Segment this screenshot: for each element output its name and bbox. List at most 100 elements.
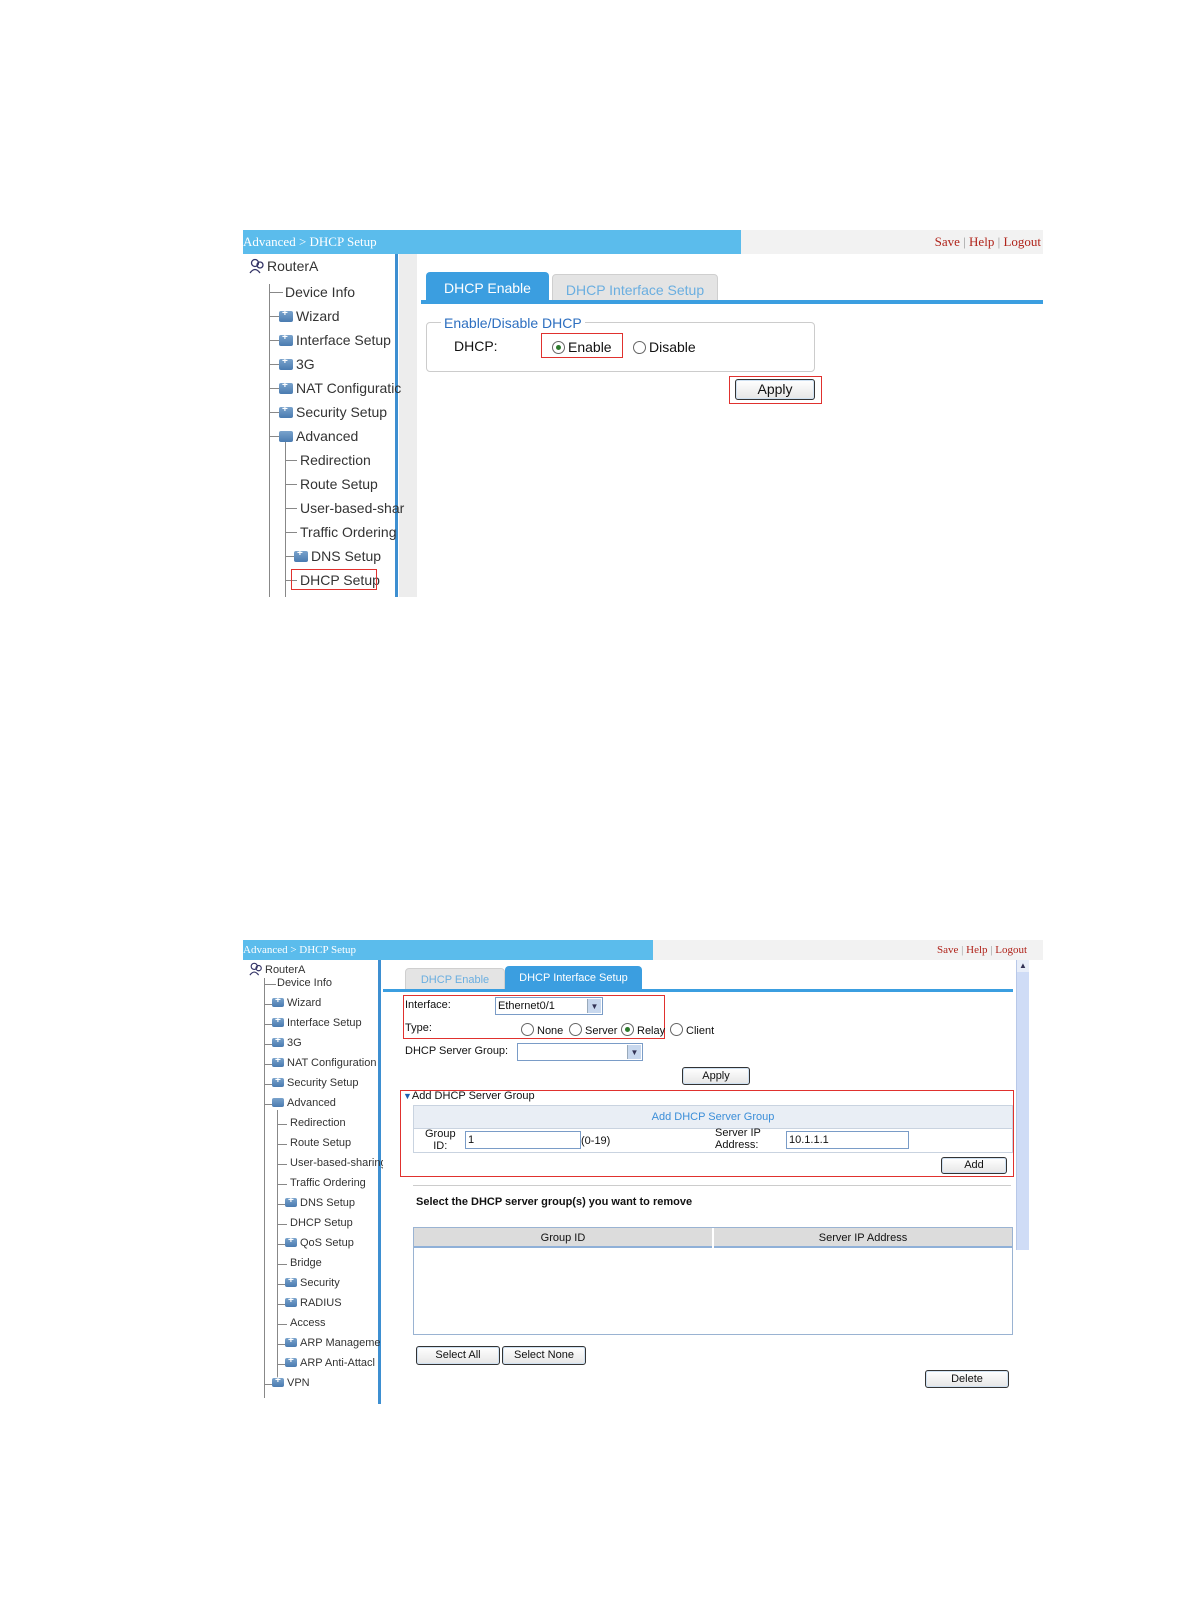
folder-plus-icon <box>285 1195 297 1207</box>
sidebar-item-vpn[interactable]: VPN <box>272 1375 310 1389</box>
tree-root[interactable]: RouterA <box>249 962 305 976</box>
folder-plus-icon <box>279 404 293 418</box>
logout-link[interactable]: Logout <box>995 944 1027 956</box>
sidebar-item-device-info[interactable]: Device Info <box>277 977 332 989</box>
chevron-down-icon: ▼ <box>627 1045 641 1059</box>
disable-radio[interactable]: Disable <box>633 339 696 355</box>
folder-plus-icon <box>272 1035 284 1047</box>
type-client-radio[interactable]: Client <box>670 1023 714 1037</box>
server-ip-label: Server IP Address: <box>715 1127 761 1151</box>
add-group-header: Add DHCP Server Group <box>413 1105 1013 1129</box>
sidebar-item-wizard[interactable]: Wizard <box>272 995 321 1009</box>
select-all-button[interactable]: Select All <box>416 1346 500 1365</box>
sidebar-item-advanced[interactable]: Advanced <box>279 428 358 444</box>
folder-plus-icon <box>279 356 293 370</box>
radio-empty-icon <box>633 341 646 354</box>
sidebar-item-wizard[interactable]: Wizard <box>279 308 340 324</box>
save-link[interactable]: Save <box>937 944 958 956</box>
folder-plus-icon <box>279 308 293 322</box>
apply-button[interactable]: Apply <box>682 1067 750 1085</box>
tab-dhcp-enable[interactable]: DHCP Enable <box>405 968 505 990</box>
group-id-range: (0-19) <box>581 1135 611 1147</box>
breadcrumb: Advanced > DHCP Setup <box>243 230 741 254</box>
header-links: Save | Help | Logout <box>937 944 1027 956</box>
sidebar-item-dhcp-setup[interactable]: DHCP Setup <box>290 1217 353 1229</box>
sidebar-item-interface-setup[interactable]: Interface Setup <box>272 1015 362 1029</box>
folder-plus-icon <box>272 1055 284 1067</box>
server-group-label: DHCP Server Group: <box>405 1045 509 1057</box>
radio-empty-icon <box>521 1023 534 1036</box>
sidebar-item-arp-management[interactable]: ARP Manageme <box>285 1335 381 1349</box>
fieldset-legend: Enable/Disable DHCP <box>441 315 585 331</box>
sidebar-item-security-setup[interactable]: Security Setup <box>272 1075 359 1089</box>
header-links: Save | Help | Logout <box>934 234 1041 249</box>
folder-plus-icon <box>272 1075 284 1087</box>
add-group-toggle[interactable]: ▼Add DHCP Server Group <box>403 1090 535 1102</box>
server-group-select[interactable]: ▼ <box>517 1043 643 1061</box>
type-server-radio[interactable]: Server <box>569 1023 617 1037</box>
router-icon <box>249 258 264 274</box>
radio-empty-icon <box>569 1023 582 1036</box>
interface-select[interactable]: Ethernet0/1 ▼ <box>495 997 603 1015</box>
main-panel: DHCP Enable DHCP Interface Setup Enable/… <box>421 254 1043 597</box>
sidebar-item-user-based-sharing[interactable]: User-based-sharing <box>290 1157 383 1169</box>
sidebar-item-redirection[interactable]: Redirection <box>300 452 371 468</box>
tab-dhcp-interface-setup[interactable]: DHCP Interface Setup <box>505 966 642 990</box>
vertical-scrollbar[interactable]: ▲ <box>1016 960 1029 1250</box>
delete-button[interactable]: Delete <box>925 1370 1009 1388</box>
sidebar-item-dns-setup[interactable]: DNS Setup <box>285 1195 355 1209</box>
breadcrumb: Advanced > DHCP Setup <box>243 940 653 960</box>
folder-plus-icon <box>272 1375 284 1387</box>
sidebar-item-security-setup[interactable]: Security Setup <box>279 404 387 420</box>
folder-plus-icon <box>285 1275 297 1287</box>
folder-plus-icon <box>285 1235 297 1247</box>
sidebar-item-route-setup[interactable]: Route Setup <box>300 476 378 492</box>
sidebar-item-interface-setup[interactable]: Interface Setup <box>279 332 391 348</box>
sidebar-item-device-info[interactable]: Device Info <box>285 284 355 300</box>
server-ip-input[interactable]: 10.1.1.1 <box>786 1131 909 1149</box>
logout-link[interactable]: Logout <box>1003 234 1041 249</box>
group-id-label: Group ID: <box>425 1128 456 1152</box>
apply-button[interactable]: Apply <box>735 379 815 400</box>
server-group-table: Group ID Server IP Address <box>413 1227 1013 1335</box>
sidebar-item-advanced[interactable]: Advanced <box>272 1097 336 1109</box>
title-bar: Advanced > DHCP Setup Save | Help | Logo… <box>243 940 1043 960</box>
radio-empty-icon <box>670 1023 683 1036</box>
type-none-radio[interactable]: None <box>521 1023 563 1037</box>
sidebar-item-qos-setup[interactable]: QoS Setup <box>285 1235 354 1249</box>
sidebar-item-traffic-ordering[interactable]: Traffic Ordering <box>290 1177 366 1189</box>
tree-root[interactable]: RouterA <box>249 258 318 274</box>
sidebar-item-nat-configuration[interactable]: NAT Configuratic <box>279 380 401 396</box>
sidebar-item-radius[interactable]: RADIUS <box>285 1295 342 1309</box>
sidebar-item-security[interactable]: Security <box>285 1275 340 1289</box>
help-link[interactable]: Help <box>969 234 994 249</box>
enable-radio[interactable]: Enable <box>552 339 612 355</box>
remove-prompt: Select the DHCP server group(s) you want… <box>416 1196 693 1208</box>
type-relay-radio[interactable]: Relay <box>621 1023 665 1037</box>
title-bar: Advanced > DHCP Setup Save | Help | Logo… <box>243 230 1043 254</box>
sidebar-item-redirection[interactable]: Redirection <box>290 1117 346 1129</box>
sidebar-item-dns-setup[interactable]: DNS Setup <box>294 548 381 564</box>
triangle-down-icon: ▼ <box>403 1091 412 1101</box>
sidebar-item-bridge[interactable]: Bridge <box>290 1257 322 1269</box>
divider <box>413 1185 1011 1186</box>
sidebar-item-access[interactable]: Access <box>290 1317 325 1329</box>
highlight-dhcp-setup <box>291 569 377 590</box>
sidebar-item-nat-configuration[interactable]: NAT Configuration <box>272 1055 376 1069</box>
sidebar-item-3g[interactable]: 3G <box>272 1035 302 1049</box>
help-link[interactable]: Help <box>966 944 987 956</box>
scroll-up-icon[interactable]: ▲ <box>1017 960 1029 972</box>
add-button[interactable]: Add <box>941 1157 1007 1174</box>
sidebar-item-traffic-ordering[interactable]: Traffic Ordering <box>300 524 396 540</box>
sidebar-item-route-setup[interactable]: Route Setup <box>290 1137 351 1149</box>
sidebar-item-user-based-sharing[interactable]: User-based-shar <box>300 500 404 516</box>
folder-plus-icon <box>272 1015 284 1027</box>
folder-open-icon <box>272 1098 284 1107</box>
select-none-button[interactable]: Select None <box>502 1346 586 1365</box>
group-id-input[interactable]: 1 <box>465 1131 581 1149</box>
tab-dhcp-enable[interactable]: DHCP Enable <box>426 272 549 302</box>
sidebar-item-arp-anti-attack[interactable]: ARP Anti-Attacl <box>285 1355 375 1369</box>
sidebar-item-3g[interactable]: 3G <box>279 356 315 372</box>
folder-plus-icon <box>285 1295 297 1307</box>
save-link[interactable]: Save <box>935 234 960 249</box>
